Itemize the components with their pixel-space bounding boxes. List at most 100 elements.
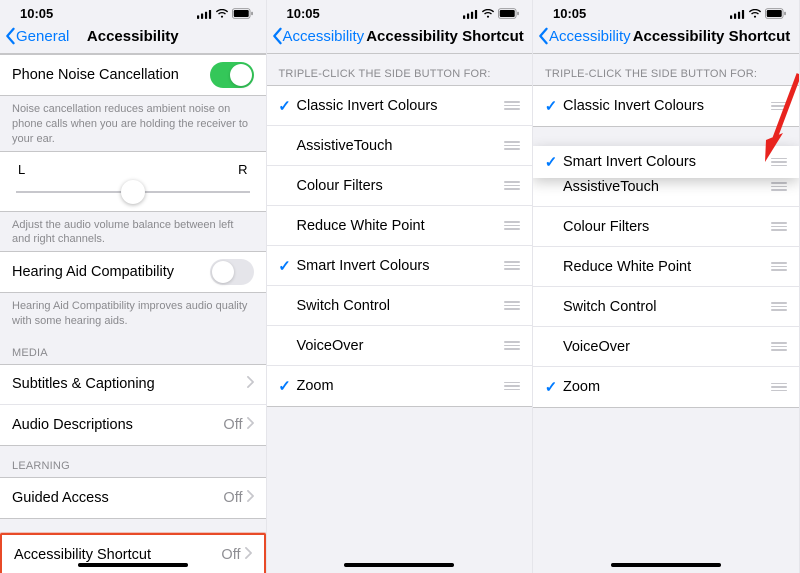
- noise-cancellation-cell[interactable]: Phone Noise Cancellation: [0, 55, 266, 95]
- checkmark-icon: ✓: [278, 97, 291, 115]
- battery-icon: [498, 8, 520, 19]
- shortcut-item[interactable]: VoiceOver: [267, 326, 533, 366]
- guided-access-cell[interactable]: Guided Access Off: [0, 478, 266, 518]
- battery-icon: [232, 8, 254, 19]
- shortcut-item-label: VoiceOver: [297, 338, 503, 354]
- content: TRIPLE-CLICK THE SIDE BUTTON FOR: ✓ Class…: [267, 54, 533, 573]
- shortcut-item[interactable]: ✓ Classic Invert Colours: [267, 86, 533, 126]
- drag-handle-icon[interactable]: [769, 180, 789, 193]
- shortcut-item[interactable]: Colour Filters: [267, 166, 533, 206]
- checkmark-icon: ✓: [545, 97, 558, 115]
- home-indicator[interactable]: [344, 563, 454, 567]
- shortcut-item-label: Smart Invert Colours: [297, 258, 503, 274]
- shortcut-item-label: Smart Invert Colours: [563, 154, 769, 170]
- drag-handle-icon[interactable]: [502, 219, 522, 232]
- back-button[interactable]: Accessibility: [537, 27, 631, 45]
- balance-slider[interactable]: [16, 191, 250, 193]
- drag-handle-icon[interactable]: [769, 260, 789, 273]
- drag-handle-icon[interactable]: [502, 339, 522, 352]
- hearing-aid-cell[interactable]: Hearing Aid Compatibility: [0, 252, 266, 292]
- shortcut-item[interactable]: Colour Filters: [533, 207, 799, 247]
- chevron-left-icon: [4, 27, 16, 45]
- learning-header: LEARNING: [0, 446, 266, 477]
- nav-bar: Accessibility Accessibility Shortcut: [267, 23, 533, 54]
- shortcut-item[interactable]: ✓Zoom: [533, 367, 799, 407]
- drag-handle-icon[interactable]: [502, 299, 522, 312]
- balance-left-label: L: [18, 162, 25, 177]
- signal-icon: [463, 9, 478, 19]
- annotation-arrow-icon: [757, 70, 800, 170]
- status-time: 10:05: [20, 6, 53, 21]
- audio-descriptions-cell[interactable]: Audio Descriptions Off: [0, 405, 266, 445]
- drag-handle-icon[interactable]: [502, 179, 522, 192]
- shortcut-item-label: Reduce White Point: [563, 259, 769, 275]
- status-bar: 10:05: [0, 0, 266, 23]
- subtitles-cell[interactable]: Subtitles & Captioning: [0, 365, 266, 405]
- cell-label: Subtitles & Captioning: [12, 376, 247, 392]
- status-icons: [197, 8, 254, 19]
- home-indicator[interactable]: [611, 563, 721, 567]
- shortcut-item[interactable]: AssistiveTouch: [267, 126, 533, 166]
- triple-click-header: TRIPLE-CLICK THE SIDE BUTTON FOR:: [267, 54, 533, 85]
- drag-handle-icon[interactable]: [769, 381, 789, 394]
- back-button[interactable]: Accessibility: [271, 27, 365, 45]
- status-bar: 10:05: [267, 0, 533, 23]
- status-icons: [463, 8, 520, 19]
- balance-right-label: R: [238, 162, 247, 177]
- checkmark-icon: ✓: [278, 377, 291, 395]
- balance-slider-cell[interactable]: L R: [0, 152, 266, 211]
- drag-handle-icon[interactable]: [502, 259, 522, 272]
- shortcut-item-label: Zoom: [297, 378, 503, 394]
- screen-accessibility: 10:05 General Accessibility Phone Noise …: [0, 0, 267, 573]
- nav-bar: General Accessibility: [0, 23, 266, 54]
- page-title: Accessibility Shortcut: [366, 28, 524, 45]
- page-title: Accessibility Shortcut: [633, 28, 791, 45]
- hearing-aid-toggle[interactable]: [210, 259, 254, 285]
- balance-footer: Adjust the audio volume balance between …: [0, 212, 266, 252]
- back-button[interactable]: General: [4, 27, 69, 45]
- drag-handle-icon[interactable]: [769, 300, 789, 313]
- shortcut-item[interactable]: Switch Control: [267, 286, 533, 326]
- shortcut-item-label: Zoom: [563, 379, 769, 395]
- chevron-right-icon: [247, 375, 254, 393]
- cell-label: Guided Access: [12, 490, 223, 506]
- drag-handle-icon[interactable]: [769, 220, 789, 233]
- signal-icon: [197, 9, 212, 19]
- status-bar: 10:05: [533, 0, 799, 23]
- signal-icon: [730, 9, 745, 19]
- shortcut-item[interactable]: VoiceOver: [533, 327, 799, 367]
- media-header: MEDIA: [0, 333, 266, 364]
- cell-label: Phone Noise Cancellation: [12, 67, 210, 83]
- chevron-right-icon: [245, 546, 252, 564]
- shortcut-item-label: Classic Invert Colours: [297, 98, 503, 114]
- wifi-icon: [481, 9, 495, 19]
- shortcut-item[interactable]: ✓ Zoom: [267, 366, 533, 406]
- shortcut-item[interactable]: Switch Control: [533, 287, 799, 327]
- screen-shortcut-dragging: 10:05 Accessibility Accessibility Shortc…: [533, 0, 800, 573]
- content: Phone Noise Cancellation Noise cancellat…: [0, 54, 266, 573]
- back-label: Accessibility: [283, 28, 365, 45]
- shortcut-item-label: Reduce White Point: [297, 218, 503, 234]
- slider-thumb[interactable]: [121, 180, 145, 204]
- noise-cancel-footer: Noise cancellation reduces ambient noise…: [0, 96, 266, 151]
- cell-label: Accessibility Shortcut: [14, 547, 221, 563]
- shortcut-item[interactable]: Reduce White Point: [533, 247, 799, 287]
- checkmark-icon: ✓: [278, 257, 291, 275]
- drag-handle-icon[interactable]: [502, 380, 522, 393]
- cell-label: Audio Descriptions: [12, 417, 223, 433]
- accessibility-shortcut-cell[interactable]: Accessibility Shortcut Off: [2, 535, 264, 573]
- noise-cancellation-toggle[interactable]: [210, 62, 254, 88]
- shortcut-item-label: VoiceOver: [563, 339, 769, 355]
- page-title: Accessibility: [87, 28, 179, 45]
- checkmark-icon: ✓: [545, 153, 558, 171]
- drag-handle-icon[interactable]: [769, 340, 789, 353]
- shortcut-item[interactable]: Reduce White Point: [267, 206, 533, 246]
- shortcut-item-label: AssistiveTouch: [297, 138, 503, 154]
- nav-bar: Accessibility Accessibility Shortcut: [533, 23, 799, 54]
- shortcut-item[interactable]: ✓ Smart Invert Colours: [267, 246, 533, 286]
- drag-handle-icon[interactable]: [502, 139, 522, 152]
- home-indicator[interactable]: [78, 563, 188, 567]
- screen-shortcut-list: 10:05 Accessibility Accessibility Shortc…: [267, 0, 534, 573]
- shortcut-item-label: Colour Filters: [563, 219, 769, 235]
- drag-handle-icon[interactable]: [502, 99, 522, 112]
